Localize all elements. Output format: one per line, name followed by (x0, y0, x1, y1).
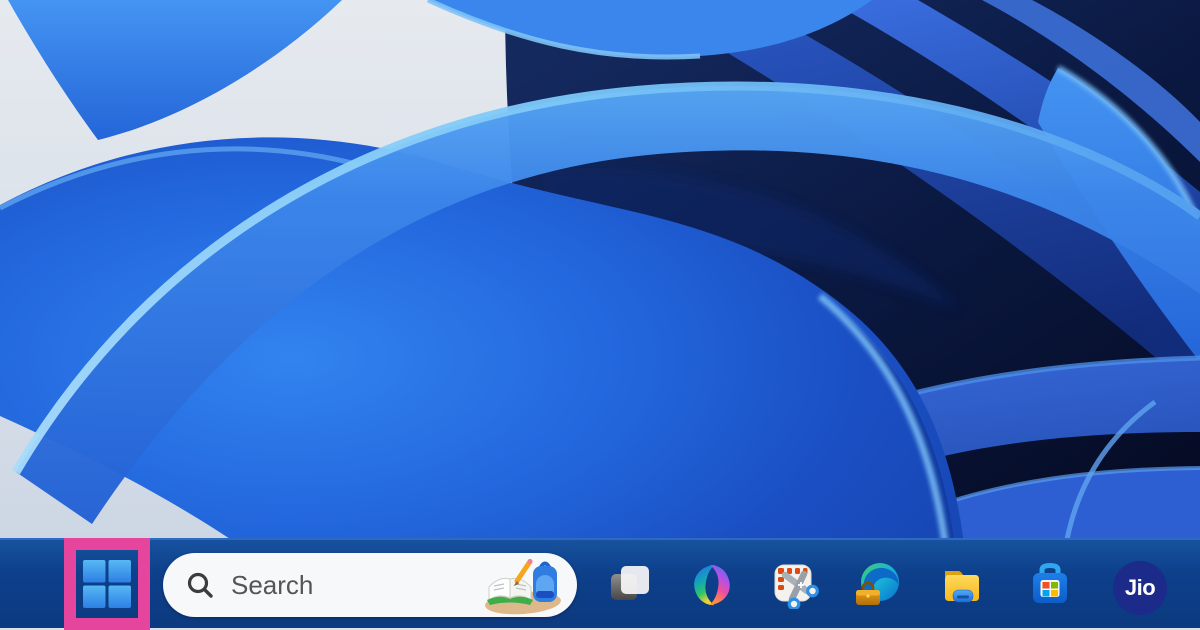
file-explorer-button[interactable] (938, 561, 986, 609)
jio-label: Jio (1125, 575, 1155, 601)
copilot-icon (689, 562, 735, 608)
edge-browser-button[interactable] (854, 561, 902, 609)
book (487, 578, 533, 605)
jio-icon: Jio (1113, 561, 1167, 615)
taskbar: Jio (0, 538, 1200, 628)
edge-browser-icon (854, 561, 902, 609)
task-view-button[interactable] (606, 561, 654, 609)
start-button[interactable] (76, 550, 138, 618)
backpack (533, 564, 557, 603)
task-view-icon (606, 561, 654, 609)
copilot-button[interactable] (688, 561, 736, 609)
windows-logo-icon (83, 560, 131, 608)
jio-app-button[interactable]: Jio (1113, 561, 1167, 615)
desktop-wallpaper (0, 0, 1200, 628)
snipping-tool-button[interactable] (771, 561, 819, 609)
search-icon (185, 570, 215, 600)
microsoft-store-button[interactable] (1026, 561, 1074, 609)
microsoft-store-icon (1026, 561, 1074, 609)
file-explorer-icon (938, 561, 986, 609)
search-bar[interactable] (163, 553, 577, 617)
snipping-tool-icon (771, 561, 819, 609)
back-to-school-icon (479, 557, 567, 615)
